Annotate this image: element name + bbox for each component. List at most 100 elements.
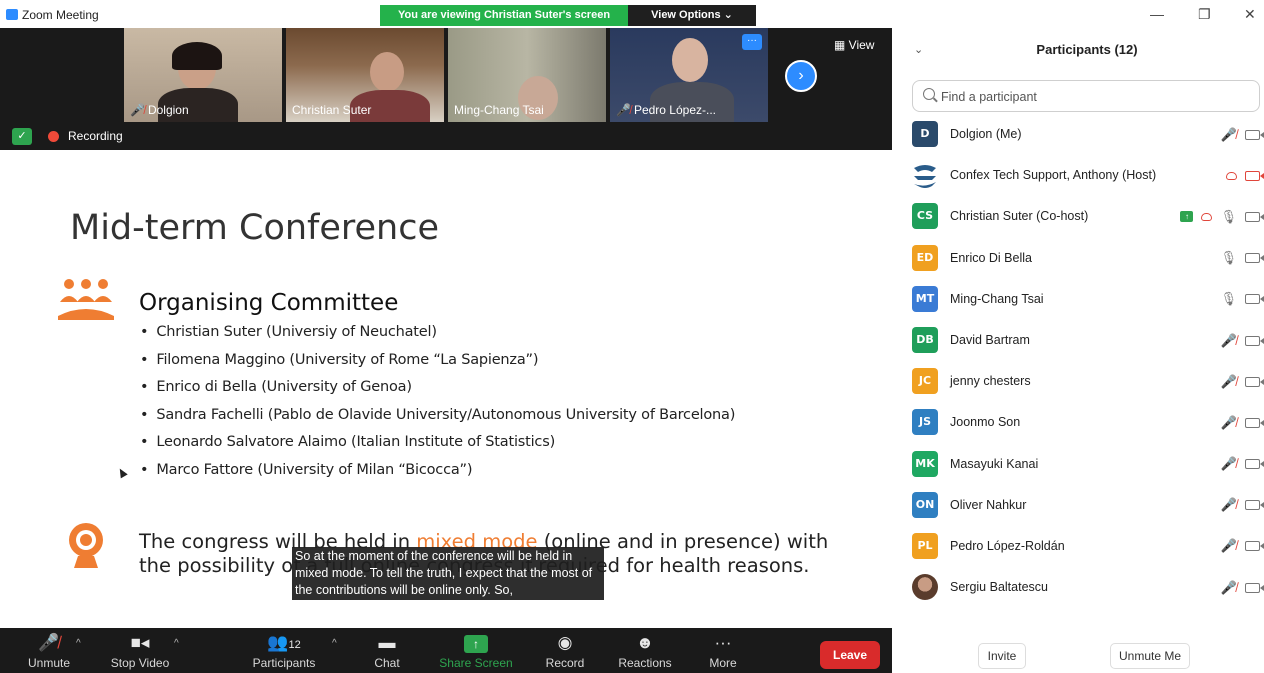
participant-search[interactable] [912, 80, 1260, 112]
camera-icon [1245, 541, 1264, 552]
view-button[interactable]: ▦ View [834, 38, 874, 52]
share-screen-button[interactable]: ↑ Share Screen [438, 628, 514, 673]
participant-name: Oliver Nahkur [950, 497, 1027, 512]
cloud-recording-icon [1226, 171, 1237, 180]
participant-row[interactable]: ON Oliver Nahkur 🎤̸ [892, 485, 1264, 526]
chevron-up-icon[interactable]: ^ [174, 638, 179, 649]
screen-share-icon: ↑ [1180, 211, 1194, 223]
unmute-button[interactable]: 🎤̸ Unmute [20, 628, 78, 673]
participant-row[interactable]: CS Christian Suter (Co-host) ↑ 🎙 [892, 196, 1264, 237]
video-tile[interactable]: Christian Suter [286, 28, 444, 122]
avatar: MT [912, 285, 938, 312]
avatar-photo [912, 574, 938, 601]
participant-row[interactable]: ED Enrico Di Bella 🎙 [892, 238, 1264, 279]
video-camera-icon: ■◂ [130, 633, 150, 652]
participant-row[interactable]: MK Masayuki Kanai 🎤̸ [892, 444, 1264, 485]
camera-icon [1245, 211, 1264, 222]
video-tile-name: Ming-Chang Tsai [454, 103, 544, 117]
participant-row[interactable]: Confex Tech Support, Anthony (Host) [892, 155, 1264, 196]
mic-icon: 🎙 [1220, 208, 1237, 224]
security-shield-icon[interactable]: ✓ [12, 128, 32, 145]
recording-icon [48, 131, 59, 142]
minimize-icon[interactable]: — [1150, 6, 1164, 22]
mic-icon: 🎙 [1220, 291, 1237, 307]
slide-title: Mid-term Conference [70, 208, 440, 248]
viewing-banner: You are viewing Christian Suter's screen [380, 5, 628, 26]
video-tile[interactable]: ··· 🎤̸ Pedro López-... [610, 28, 768, 122]
invite-button[interactable]: Invite [978, 643, 1026, 669]
avatar: PL [912, 532, 938, 559]
avatar: JC [912, 368, 938, 395]
participant-row[interactable]: Sergiu Baltatescu 🎤̸ [892, 567, 1264, 608]
zoom-app: Zoom Meeting You are viewing Christian S… [0, 0, 1264, 673]
view-options-button[interactable]: View Options ⌄ [628, 5, 756, 26]
restore-icon[interactable]: ❐ [1198, 6, 1211, 23]
camera-icon [1245, 376, 1264, 387]
meeting-toolbar: 🎤̸ Unmute ^ ■◂ Stop Video ^ 👥12 Particip… [0, 628, 892, 673]
participants-button[interactable]: 👥12 Participants [246, 628, 322, 673]
live-caption: So at the moment of the conference will … [292, 547, 604, 600]
more-icon: ··· [714, 633, 732, 652]
window-title: Zoom Meeting [22, 8, 99, 22]
grid-icon: ▦ [834, 38, 849, 52]
participant-row[interactable]: PL Pedro López-Roldán 🎤̸ [892, 526, 1264, 567]
avatar: JS [912, 409, 938, 436]
leave-button[interactable]: Leave [820, 641, 880, 669]
mic-muted-icon: 🎤̸ [1220, 126, 1237, 142]
panel-title: Participants (12) [1036, 42, 1138, 57]
participant-row[interactable]: MT Ming-Chang Tsai 🎙 [892, 279, 1264, 320]
camera-icon [1245, 294, 1264, 305]
reactions-button[interactable]: ☻ Reactions [614, 628, 676, 673]
committee-list: Christian Suter (Universiy of Neuchatel)… [140, 324, 735, 490]
participant-head [370, 52, 404, 92]
chevron-up-icon[interactable]: ^ [332, 638, 337, 649]
video-tile[interactable]: 🎤̸ Dolgion [124, 28, 282, 122]
participant-name: Christian Suter (Co-host) [950, 209, 1089, 224]
mic-muted-icon: 🎤̸ [1220, 332, 1237, 348]
chevron-up-icon[interactable]: ^ [76, 638, 81, 649]
participant-name: Pedro López-Roldán [950, 538, 1065, 553]
people-icon [58, 279, 114, 320]
status-bar: ✓ Recording [0, 122, 892, 150]
list-item: Marco Fattore (University of Milan “Bico… [140, 462, 735, 490]
cloud-recording-icon [1201, 212, 1213, 221]
camera-icon [1245, 582, 1264, 593]
more-options-icon[interactable]: ··· [742, 34, 762, 50]
participant-name: David Bartram [950, 332, 1030, 347]
mic-muted-icon: 🎤̸ [130, 103, 145, 117]
mic-muted-icon: 🎤̸ [1220, 538, 1237, 554]
search-input[interactable] [941, 87, 1241, 107]
stop-video-button[interactable]: ■◂ Stop Video [104, 628, 176, 673]
list-item: Sandra Fachelli (Pablo de Olavide Univer… [140, 407, 735, 435]
avatar: ED [912, 244, 938, 271]
host-logo-avatar [912, 162, 938, 189]
more-button[interactable]: ··· More [700, 628, 746, 673]
unmute-me-button[interactable]: Unmute Me [1110, 643, 1190, 669]
participant-row[interactable]: DB David Bartram 🎤̸ [892, 320, 1264, 361]
meeting-area: Zoom Meeting You are viewing Christian S… [0, 0, 892, 673]
close-icon[interactable]: ✕ [1244, 6, 1256, 23]
participant-hair [172, 42, 222, 70]
mic-muted-icon: 🎤̸ [1220, 579, 1237, 595]
next-page-button[interactable]: › [785, 60, 817, 92]
mic-muted-icon: 🎤̸ [616, 103, 631, 117]
video-tile-name: 🎤̸ Pedro López-... [616, 103, 717, 117]
mic-icon: 🎙 [1220, 250, 1237, 266]
participant-row[interactable]: JS Joonmo Son 🎤̸ [892, 402, 1264, 443]
video-tile-name: Christian Suter [292, 103, 372, 117]
chat-button[interactable]: ▬ Chat [366, 628, 408, 673]
camera-icon [1245, 459, 1264, 470]
participant-name: Confex Tech Support, Anthony (Host) [950, 168, 1157, 183]
participant-name: jenny chesters [950, 374, 1031, 389]
mic-muted-icon: 🎤̸ [1220, 497, 1237, 513]
video-tile[interactable]: Ming-Chang Tsai [448, 28, 606, 122]
participant-name: Ming-Chang Tsai [950, 291, 1044, 306]
participant-row[interactable]: D Dolgion (Me) 🎤̸ [892, 114, 1264, 155]
record-button[interactable]: ◉ Record [540, 628, 590, 673]
mic-muted-icon: 🎤̸ [1220, 373, 1237, 389]
camera-icon [1245, 129, 1264, 140]
list-item: Leonardo Salvatore Alaimo (Italian Insti… [140, 434, 735, 462]
participant-row[interactable]: JC jenny chesters 🎤̸ [892, 361, 1264, 402]
video-tile-name: 🎤̸ Dolgion [130, 103, 189, 117]
camera-icon [1245, 335, 1264, 346]
